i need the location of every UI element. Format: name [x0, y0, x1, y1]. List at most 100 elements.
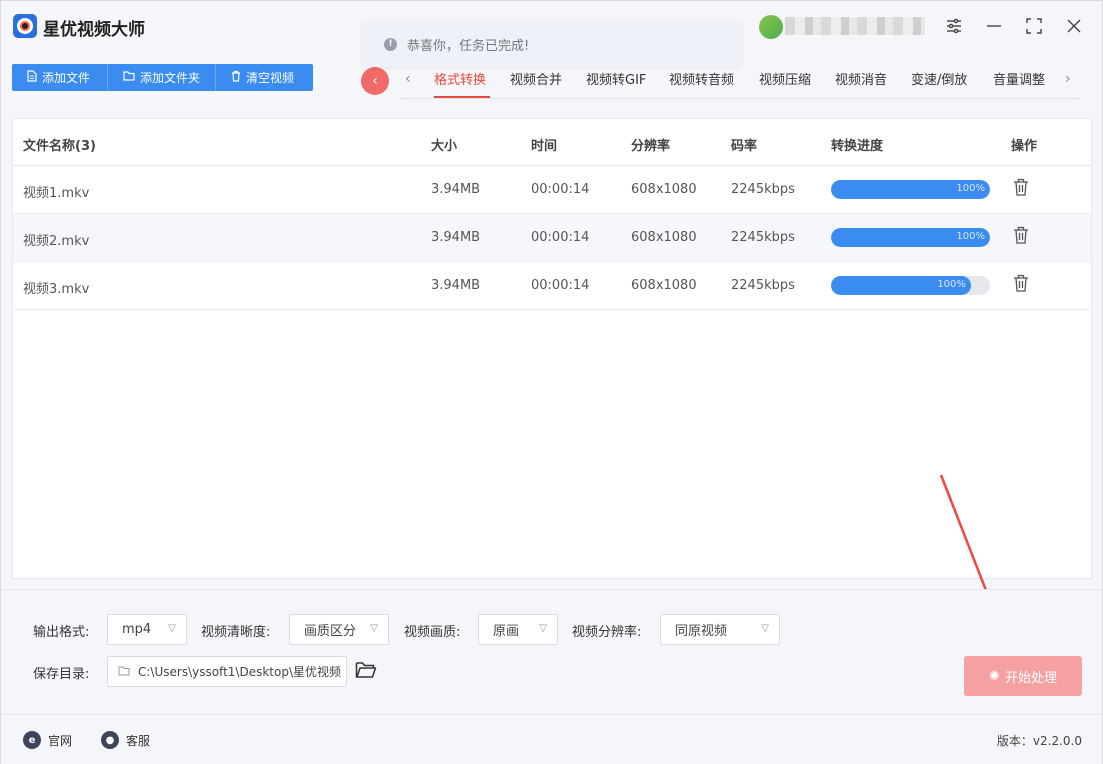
app-window: 星优视频大师 ! 恭喜你，任务已完成! 添加文件 添加文件夹 清空视频 ‹ ‹ … [0, 0, 1103, 764]
output-format-select[interactable]: mp4 ▽ [107, 614, 187, 645]
chat-icon: ● [101, 731, 119, 749]
progress-bar: 100% [831, 180, 990, 199]
support-label: 客服 [126, 733, 151, 748]
progress-label: 100% [956, 231, 985, 242]
website-label: 官网 [48, 733, 73, 748]
delete-row-icon[interactable] [1013, 226, 1029, 248]
cell-time: 00:00:14 [531, 182, 590, 197]
progress-bar: 100% [831, 228, 990, 247]
clear-videos-label: 清空视频 [246, 71, 295, 85]
col-header-action: 操作 [1011, 139, 1038, 154]
cell-bitrate: 2245kbps [731, 182, 795, 197]
col-header-progress: 转换进度 [831, 139, 884, 154]
close-icon[interactable] [1061, 13, 1087, 39]
tab-scroll-right-icon[interactable]: › [1065, 71, 1071, 87]
cell-resolution: 608x1080 [631, 278, 697, 293]
toolbar: 添加文件 添加文件夹 清空视频 [12, 64, 313, 91]
progress-label: 100% [956, 183, 985, 194]
app-title: 星优视频大师 [43, 20, 145, 40]
cell-name: 视频3.mkv [23, 282, 90, 297]
table-row[interactable]: 视频1.mkv 3.94MB 00:00:14 608x1080 2245kbp… [13, 166, 1091, 214]
quality-select[interactable]: 原画 ▽ [478, 614, 558, 645]
table-row[interactable]: 视频3.mkv 3.94MB 00:00:14 608x1080 2245kbp… [13, 262, 1091, 310]
quality-value: 原画 [493, 624, 520, 639]
trash-icon [231, 70, 241, 85]
clarity-value: 画质区分 [304, 624, 357, 639]
delete-row-icon[interactable] [1013, 274, 1029, 296]
open-folder-icon[interactable] [355, 661, 377, 683]
col-header-bitrate: 码率 [731, 139, 758, 154]
tab-speed-reverse[interactable]: 变速/倒放 [911, 69, 967, 88]
progress-label: 100% [937, 279, 966, 290]
support-link[interactable]: ● 客服 [101, 731, 150, 749]
tab-format-convert[interactable]: 格式转换 [434, 69, 486, 88]
cell-resolution: 608x1080 [631, 230, 697, 245]
cell-name: 视频2.mkv [23, 234, 90, 249]
cell-bitrate: 2245kbps [731, 230, 795, 245]
progress-fill: 100% [831, 276, 971, 295]
add-folder-label: 添加文件夹 [140, 71, 201, 85]
cell-bitrate: 2245kbps [731, 278, 795, 293]
start-processing-button[interactable]: ✺ 开始处理 [964, 656, 1082, 696]
table-row[interactable]: 视频2.mkv 3.94MB 00:00:14 608x1080 2245kbp… [13, 214, 1091, 262]
chevron-left-icon: ‹ [372, 73, 378, 89]
sun-icon: ✺ [989, 668, 1000, 684]
ie-icon: e [23, 731, 41, 749]
minimize-icon[interactable] [981, 13, 1007, 39]
cell-size: 3.94MB [431, 182, 481, 197]
success-toast: ! 恭喜你，任务已完成! [362, 21, 742, 67]
website-link[interactable]: e 官网 [23, 731, 72, 749]
table-header: 文件名称(3) 大小 时间 分辨率 码率 转换进度 操作 [13, 119, 1091, 166]
save-dir-value: C:\Users\yssoft1\Desktop\星优视频 [138, 665, 341, 679]
cell-name: 视频1.mkv [23, 186, 90, 201]
clarity-label: 视频清晰度: [201, 625, 271, 640]
tab-volume-adjust[interactable]: 音量调整 [993, 69, 1045, 88]
active-tab-indicator [434, 96, 490, 98]
resolution-label: 视频分辨率: [572, 625, 642, 640]
tab-video-to-audio[interactable]: 视频转音频 [669, 69, 734, 88]
tab-scroll-left-icon[interactable]: ‹ [405, 71, 411, 87]
cell-size: 3.94MB [431, 278, 481, 293]
tab-video-to-gif[interactable]: 视频转GIF [586, 69, 646, 88]
clarity-select[interactable]: 画质区分 ▽ [289, 614, 389, 645]
delete-row-icon[interactable] [1013, 178, 1029, 200]
file-icon [27, 70, 37, 85]
tab-video-merge[interactable]: 视频合并 [510, 69, 562, 88]
col-header-name: 文件名称(3) [23, 139, 96, 154]
start-processing-label: 开始处理 [1004, 670, 1057, 686]
add-folder-button[interactable]: 添加文件夹 [108, 64, 216, 91]
save-dir-label: 保存目录: [33, 667, 90, 682]
chevron-down-icon: ▽ [761, 623, 769, 634]
collapse-back-button[interactable]: ‹ [361, 67, 389, 95]
app-logo-icon [13, 14, 37, 38]
progress-bar: 100% [831, 276, 990, 295]
quality-label: 视频画质: [404, 625, 461, 640]
save-dir-input[interactable]: C:\Users\yssoft1\Desktop\星优视频 [107, 656, 347, 687]
col-header-time: 时间 [531, 139, 558, 154]
settings-icon[interactable] [941, 13, 967, 39]
progress-fill: 100% [831, 180, 990, 199]
output-settings: 输出格式: mp4 ▽ 视频清晰度: 画质区分 ▽ 视频画质: 原画 ▽ 视频分… [1, 589, 1102, 713]
toast-message: 恭喜你，任务已完成! [407, 38, 530, 54]
cell-time: 00:00:14 [531, 278, 590, 293]
file-table: 文件名称(3) 大小 时间 分辨率 码率 转换进度 操作 视频1.mkv 3.9… [12, 118, 1092, 579]
cell-size: 3.94MB [431, 230, 481, 245]
maximize-icon[interactable] [1021, 13, 1047, 39]
title-bar: 星优视频大师 ! 恭喜你，任务已完成! [1, 1, 1102, 67]
folder-icon [123, 71, 135, 84]
tab-video-compress[interactable]: 视频压缩 [759, 69, 811, 88]
info-icon: ! [384, 37, 397, 51]
clear-videos-button[interactable]: 清空视频 [216, 64, 313, 91]
resolution-select[interactable]: 同原视频 ▽ [660, 614, 780, 645]
tab-video-mute[interactable]: 视频消音 [835, 69, 887, 88]
avatar[interactable] [759, 15, 783, 39]
add-file-label: 添加文件 [42, 71, 91, 85]
output-format-label: 输出格式: [33, 625, 90, 640]
cell-time: 00:00:14 [531, 230, 590, 245]
cell-resolution: 608x1080 [631, 182, 697, 197]
col-header-resolution: 分辨率 [631, 139, 671, 154]
output-format-value: mp4 [122, 622, 152, 637]
col-header-size: 大小 [431, 139, 458, 154]
add-file-button[interactable]: 添加文件 [12, 64, 108, 91]
folder-small-icon [118, 665, 130, 679]
